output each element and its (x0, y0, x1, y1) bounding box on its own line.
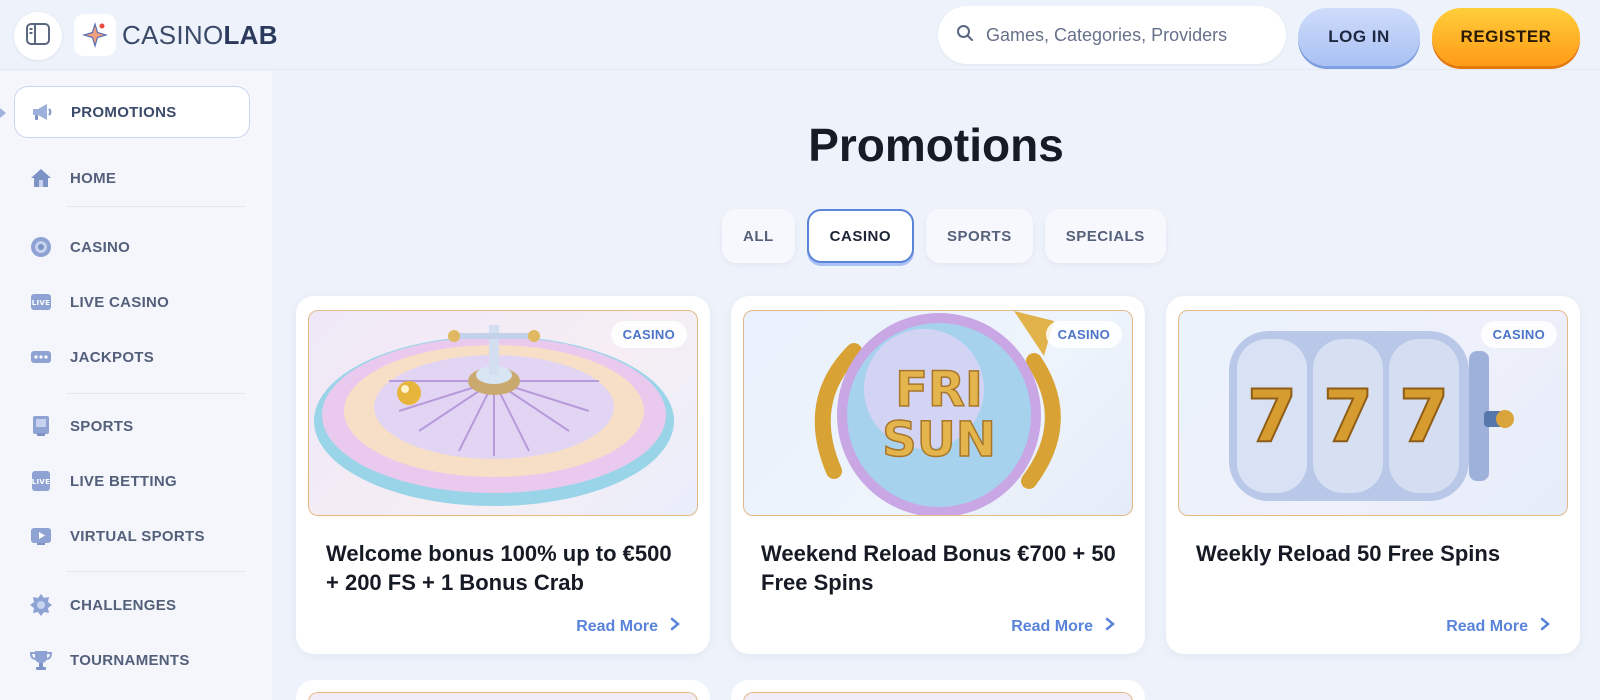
sidebar-item-casino[interactable]: CASINO (28, 234, 130, 260)
search-icon (956, 24, 974, 47)
sidebar-item-label: SPORTS (70, 417, 134, 435)
register-button[interactable]: REGISTER (1432, 8, 1580, 66)
svg-text:7: 7 (1399, 374, 1449, 458)
chevron-right-icon (1540, 617, 1550, 636)
promo-card-partial[interactable] (731, 680, 1145, 700)
sidebar-item-label: CHALLENGES (70, 596, 177, 614)
sports-icon (28, 413, 54, 439)
sidebar-item-label: HOME (70, 169, 117, 187)
sidebar-item-label: VIRTUAL SPORTS (70, 527, 205, 545)
tab-sports[interactable]: SPORTS (926, 209, 1033, 263)
jackpot-icon (28, 344, 54, 370)
fri-text: FRI (895, 362, 983, 418)
virtual-sports-icon (28, 523, 54, 549)
sidebar-item-tournaments[interactable]: TOURNAMENTS (28, 647, 190, 673)
promo-title: Weekly Reload 50 Free Spins (1196, 541, 1501, 566)
login-button[interactable]: LOG IN (1298, 8, 1420, 66)
sidebar-item-home[interactable]: HOME (28, 165, 116, 191)
promo-card[interactable]: CASINO Welcome bonus 100% up to €500 + 2… (296, 296, 710, 654)
page-title: Promotions (808, 119, 1064, 171)
sidebar-item-sports[interactable]: SPORTS (28, 413, 133, 439)
sidebar-item-label: TOURNAMENTS (70, 651, 190, 669)
sidebar-item-live-betting[interactable]: LIVE LIVE BETTING (28, 468, 177, 494)
casino-chip-icon (28, 234, 54, 260)
sidebar-item-promotions[interactable]: PROMOTIONS (14, 86, 250, 138)
svg-text:LIVE: LIVE (32, 299, 50, 307)
read-more-label: Read More (1011, 617, 1093, 635)
promo-image-partial (743, 692, 1133, 700)
sidebar-item-live-casino[interactable]: LIVE LIVE CASINO (28, 289, 169, 315)
tab-specials[interactable]: SPECIALS (1044, 209, 1166, 263)
megaphone-icon (29, 99, 55, 125)
promo-title: Weekend Reload Bonus €700 + 50 Free Spin… (761, 541, 1116, 595)
sun-text: SUN (882, 412, 996, 468)
fri-sun-orb-image: FRI SUN CASINO (743, 310, 1133, 516)
sidebar-divider (66, 571, 246, 572)
read-more-link[interactable]: Read More (576, 617, 680, 636)
sidebar-item-jackpots[interactable]: JACKPOTS (28, 344, 154, 370)
sidebar-item-label: JACKPOTS (70, 348, 155, 366)
sidebar-item-label: LIVE BETTING (70, 472, 177, 490)
svg-text:LIVE: LIVE (32, 478, 50, 486)
roulette-wheel-image: CASINO (308, 310, 698, 516)
promo-image-partial (308, 692, 698, 700)
sidebar-item-label: CASINO (70, 238, 131, 256)
tab-all[interactable]: ALL (722, 209, 795, 263)
read-more-link[interactable]: Read More (1011, 617, 1115, 636)
promo-card[interactable]: FRI SUN CASINO Weekend Reload Bonus €700… (731, 296, 1145, 654)
svg-text:7: 7 (1323, 374, 1373, 458)
sidebar-item-label: PROMOTIONS (71, 103, 177, 121)
category-badge: CASINO (1045, 321, 1122, 348)
sidebar-item-challenges[interactable]: CHALLENGES (28, 592, 176, 618)
challenges-icon (28, 592, 54, 618)
sidebar-divider (66, 206, 246, 207)
home-icon (28, 165, 54, 191)
slot-reels-image: 7 7 7 CASINO (1178, 310, 1568, 516)
promotion-filter-tabs: ALL CASINO SPORTS SPECIALS (722, 209, 1166, 263)
sidebar-toggle-button[interactable] (14, 12, 62, 60)
category-badge: CASINO (610, 321, 687, 348)
svg-text:7: 7 (1247, 374, 1297, 458)
sidebar-item-virtual-sports[interactable]: VIRTUAL SPORTS (28, 523, 205, 549)
sidebar-toggle-icon (26, 22, 50, 50)
chevron-right-icon (670, 617, 680, 636)
sidebar-divider (66, 393, 246, 394)
logo-wordmark: CASINOLAB (122, 19, 278, 50)
promo-card-partial[interactable] (296, 680, 710, 700)
read-more-label: Read More (576, 617, 658, 635)
sidebar: PROMOTIONS HOME CASINO LIVE LIVE CASINO … (0, 71, 272, 700)
live-betting-icon: LIVE (28, 468, 54, 494)
sidebar-item-label: LIVE CASINO (70, 293, 170, 311)
tab-casino[interactable]: CASINO (806, 209, 915, 263)
trophy-icon (28, 647, 54, 673)
casinolab-logo[interactable]: CASINOLAB (74, 14, 278, 56)
active-indicator (0, 108, 6, 118)
search-input[interactable] (986, 24, 1276, 46)
promo-card[interactable]: 7 7 7 CASINO Weekly Reload 50 Free Spins… (1166, 296, 1580, 654)
chevron-right-icon (1105, 617, 1115, 636)
live-casino-icon: LIVE (28, 289, 54, 315)
top-header: CASINOLAB LOG IN REGISTER (0, 0, 1600, 70)
promo-title: Welcome bonus 100% up to €500 + 200 FS +… (326, 541, 672, 595)
sparkle-logo-icon (74, 14, 116, 56)
category-badge: CASINO (1480, 321, 1557, 348)
read-more-label: Read More (1446, 617, 1528, 635)
search-bar[interactable] (938, 6, 1286, 64)
read-more-link[interactable]: Read More (1446, 617, 1550, 636)
